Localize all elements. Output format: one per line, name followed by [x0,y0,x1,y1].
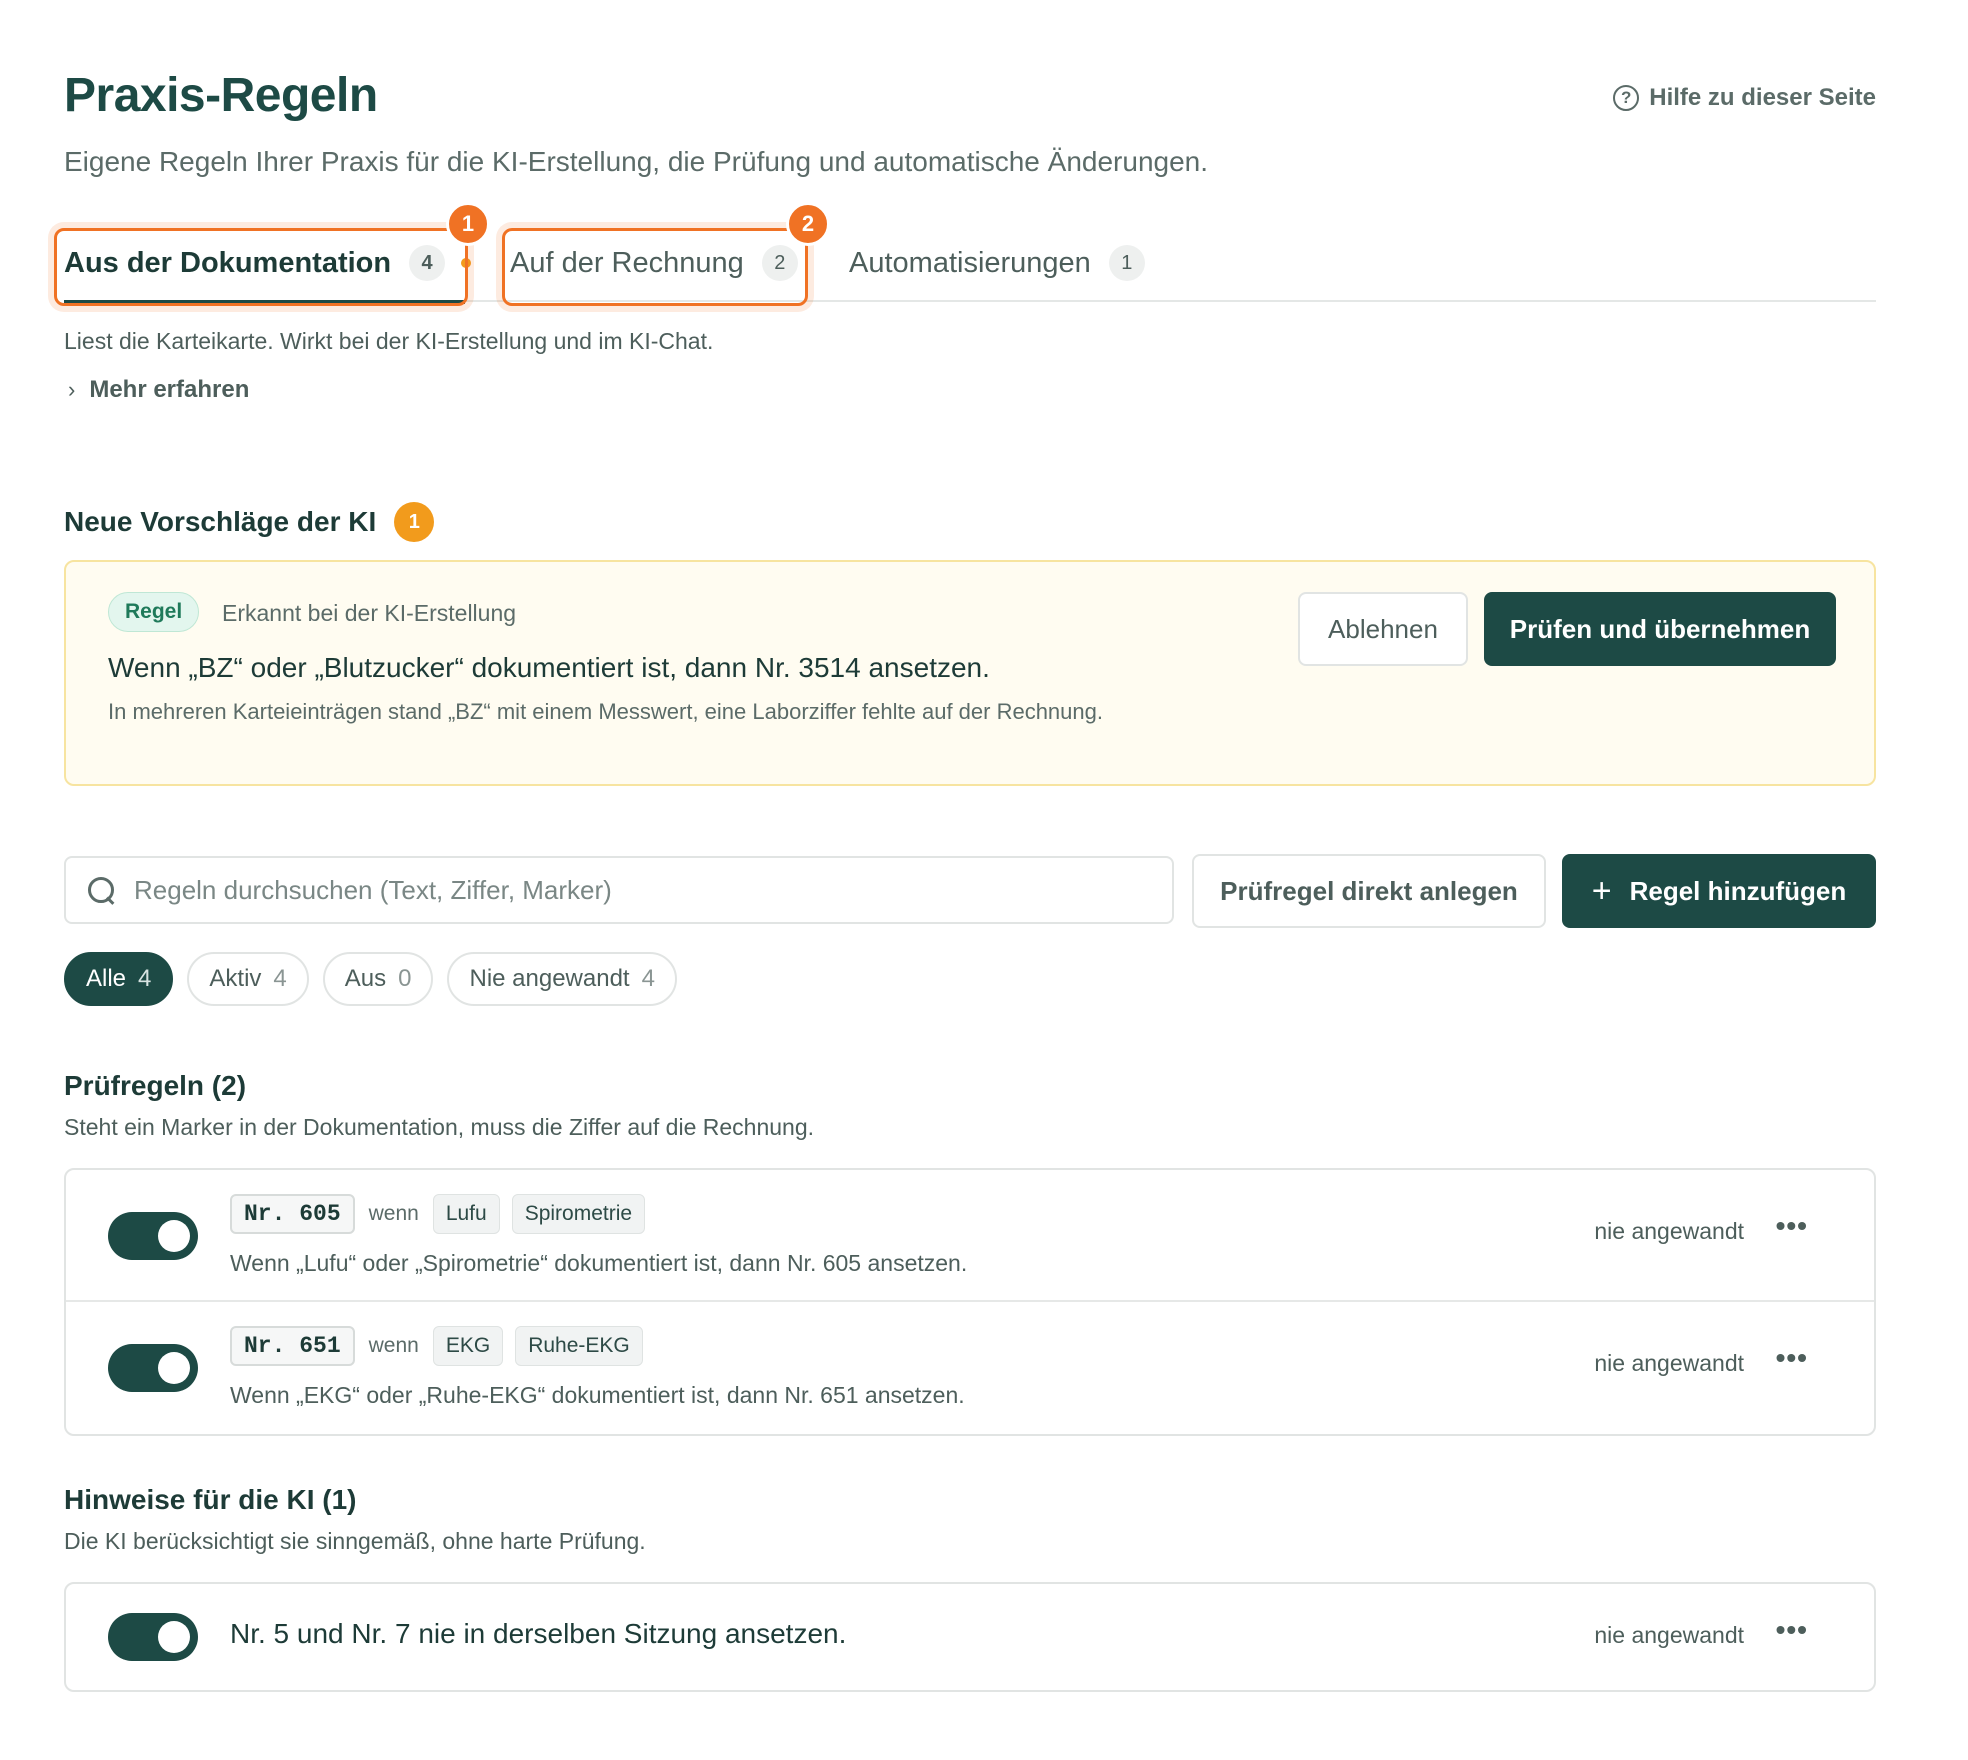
more-menu-icon[interactable]: ••• [1776,1342,1808,1374]
chevron-right-icon: › [68,377,76,402]
more-link[interactable]: › Mehr erfahren [68,376,249,404]
step-marker: 2 [786,202,830,246]
chip-count: 4 [641,965,655,992]
tab-highlight-frame [502,228,808,306]
add-rule-label: Regel hinzufügen [1629,875,1847,906]
suggestions-heading: Neue Vorschläge der KI 1 [64,502,435,542]
hint-list: Nr. 5 und Nr. 7 nie in derselben Sitzung… [64,1582,1876,1692]
plus-icon: + [1591,872,1612,910]
reject-button[interactable]: Ablehnen [1298,592,1468,666]
search-input[interactable] [134,874,1114,906]
filter-chip-nie-angewandt[interactable]: Nie angewandt 4 [447,952,677,1006]
hint-row: Nr. 5 und Nr. 7 nie in derselben Sitzung… [66,1584,1874,1690]
marker-tag: Lufu [432,1194,500,1234]
rule-condition-word: wenn [368,1202,419,1225]
rule-summary: Nr. 605 wenn Lufu Spirometrie [230,1194,646,1234]
rule-summary: Nr. 651 wenn EKG Ruhe-EKG [230,1326,643,1366]
question-circle-icon: ? [1613,85,1640,111]
chip-label: Aktiv [209,965,262,992]
rule-toggle[interactable] [108,1344,198,1392]
suggestion-title: Wenn „BZ“ oder „Blutzucker“ dokumentiert… [108,652,990,683]
more-menu-icon[interactable]: ••• [1776,1614,1808,1646]
tab-label: Automatisierungen [849,246,1091,279]
rule-row: Nr. 605 wenn Lufu Spirometrie Wenn „Lufu… [66,1170,1874,1302]
add-rule-button[interactable]: + Regel hinzufügen [1562,854,1876,928]
step-marker: 1 [446,202,490,246]
rule-toggle[interactable] [108,1212,198,1260]
rule-code: Nr. 651 [230,1326,355,1366]
marker-tag: Spirometrie [511,1194,646,1234]
rule-code: Nr. 605 [230,1194,355,1234]
hint-status: nie angewandt [1594,1622,1744,1648]
suggestions-count-badge: 1 [394,502,435,542]
suggestion-description: In mehreren Karteieinträgen stand „BZ“ m… [108,699,1103,724]
section-title-hinweise: Hinweise für die KI (1) [64,1484,357,1515]
page-title: Praxis-Regeln [64,69,378,122]
rule-status: nie angewandt [1594,1350,1744,1376]
rule-text: Wenn „Lufu“ oder „Spirometrie“ dokumenti… [230,1250,968,1276]
rule-row: Nr. 651 wenn EKG Ruhe-EKG Wenn „EKG“ ode… [66,1302,1874,1434]
tab-count: 1 [1108,245,1145,281]
chip-count: 4 [273,965,287,992]
suggestions-heading-text: Neue Vorschläge der KI [64,506,377,537]
hint-text: Nr. 5 und Nr. 7 nie in derselben Sitzung… [230,1618,847,1649]
suggestion-source: Erkannt bei der KI-Erstellung [222,600,517,626]
create-check-rule-button[interactable]: Prüfregel direkt anlegen [1192,854,1546,928]
section-description-pruefregeln: Steht ein Marker in der Dokumentation, m… [64,1114,815,1140]
chip-label: Alle [86,965,127,992]
filter-chips: Alle 4 Aktiv 4 Aus 0 Nie angewandt 4 [64,952,677,1006]
search-field [64,856,1174,924]
filter-chip-alle[interactable]: Alle 4 [64,952,174,1006]
marker-tag: EKG [432,1326,504,1366]
marker-tag: Ruhe-EKG [515,1326,643,1366]
rule-type-pill: Regel [108,592,200,632]
accept-button[interactable]: Prüfen und übernehmen [1484,592,1836,666]
help-link[interactable]: ? Hilfe zu dieser Seite [1613,84,1876,112]
more-menu-icon[interactable]: ••• [1776,1210,1808,1242]
help-label: Hilfe zu dieser Seite [1649,84,1876,111]
chip-label: Aus [344,965,387,992]
rule-text: Wenn „EKG“ oder „Ruhe-EKG“ dokumentiert … [230,1382,965,1408]
tab-highlight-frame [54,228,468,306]
tab-automatisierungen[interactable]: Automatisierungen 1 [849,224,1145,302]
more-link-label: Mehr erfahren [89,376,250,403]
section-title-pruefregeln: Prüfregeln (2) [64,1070,247,1101]
hint-toggle[interactable] [108,1613,198,1661]
chip-count: 0 [398,965,412,992]
rule-condition-word: wenn [368,1334,419,1357]
chip-label: Nie angewandt [469,965,630,992]
suggestion-card: Regel Erkannt bei der KI-Erstellung Wenn… [64,560,1876,786]
search-icon [86,875,116,905]
section-description-hinweise: Die KI berücksichtigt sie sinngemäß, ohn… [64,1528,646,1554]
chip-count: 4 [138,965,152,992]
rule-status: nie angewandt [1594,1218,1744,1244]
rule-list: Nr. 605 wenn Lufu Spirometrie Wenn „Lufu… [64,1168,1876,1436]
tab-description: Liest die Karteikarte. Wirkt bei der KI-… [64,328,714,354]
filter-chip-aus[interactable]: Aus 0 [322,952,434,1006]
filter-chip-aktiv[interactable]: Aktiv 4 [187,952,309,1006]
page-subtitle: Eigene Regeln Ihrer Praxis für die KI-Er… [64,146,1209,177]
